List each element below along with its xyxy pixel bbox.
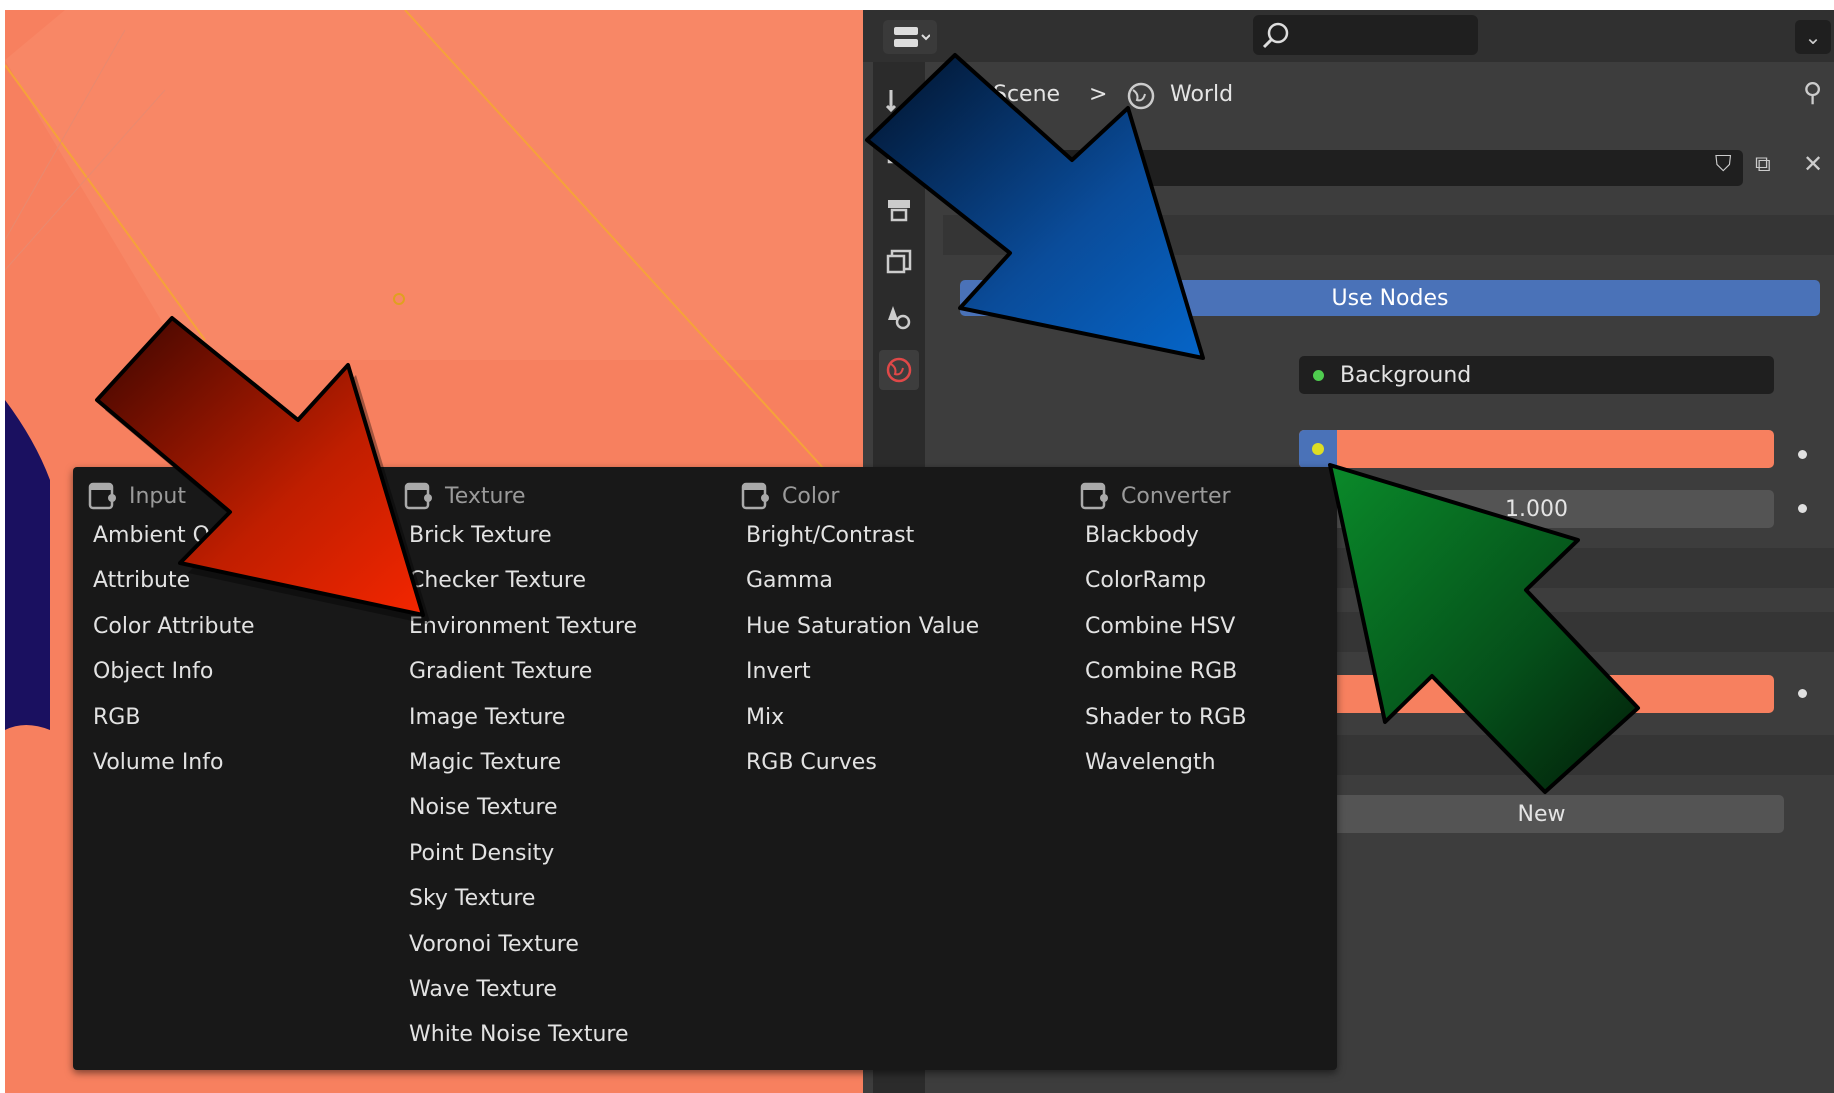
- node-category-icon: [404, 482, 432, 510]
- breadcrumb-world[interactable]: World: [1170, 82, 1233, 107]
- menu-item[interactable]: Combine RGB: [1085, 649, 1329, 694]
- menu-item[interactable]: Voronoi Texture: [409, 922, 723, 967]
- properties-header: ⌄: [863, 10, 1834, 62]
- menu-item[interactable]: Point Density: [409, 831, 723, 876]
- add-node-menu: Input Ambient Occlusion Attribute Color …: [73, 467, 1337, 1070]
- menu-item[interactable]: ColorRamp: [1085, 558, 1329, 603]
- menu-item[interactable]: Gamma: [746, 558, 1060, 603]
- use-nodes-button[interactable]: Use Nodes: [960, 280, 1820, 316]
- menu-item[interactable]: Wavelength: [1085, 740, 1329, 785]
- menu-item[interactable]: Object Info: [93, 649, 407, 694]
- menu-item[interactable]: Environment Texture: [409, 604, 723, 649]
- output-icon[interactable]: [879, 190, 919, 230]
- duplicate-icon[interactable]: ⧉: [1755, 152, 1771, 177]
- menu-item[interactable]: Attribute: [93, 558, 407, 603]
- viewport-color-swatch[interactable]: [1299, 675, 1774, 713]
- menu-item[interactable]: Noise Texture: [409, 785, 723, 830]
- dark-object: [5, 400, 50, 730]
- editor-type-icon[interactable]: [883, 20, 937, 54]
- menu-item[interactable]: White Noise Texture: [409, 1012, 723, 1057]
- node-category-icon: [1080, 482, 1108, 510]
- menu-item[interactable]: Volume Info: [93, 740, 407, 785]
- menu-item[interactable]: Brick Texture: [409, 513, 723, 558]
- scene-icon[interactable]: [879, 296, 919, 336]
- shader-socket-dot: [1313, 369, 1324, 381]
- menu-item[interactable]: Invert: [746, 649, 1060, 694]
- strength-field[interactable]: 1.000: [1299, 490, 1774, 528]
- pin-icon[interactable]: ⚲: [1803, 78, 1822, 108]
- view-layer-icon[interactable]: [879, 242, 919, 282]
- close-icon[interactable]: ✕: [1803, 150, 1823, 178]
- keyframe-dot[interactable]: [1798, 450, 1807, 459]
- column-title: Color: [740, 479, 1060, 513]
- world-icon: [1125, 80, 1157, 116]
- search-input[interactable]: [1253, 15, 1478, 55]
- menu-item[interactable]: RGB Curves: [746, 740, 1060, 785]
- menu-item[interactable]: RGB: [93, 695, 407, 740]
- options-dropdown[interactable]: ⌄: [1795, 20, 1831, 54]
- breadcrumb-scene[interactable]: Scene: [993, 82, 1060, 107]
- menu-item[interactable]: Sky Texture: [409, 876, 723, 921]
- world-tab-icon[interactable]: [879, 350, 919, 390]
- menu-column-texture: Texture Brick Texture Checker Texture En…: [403, 479, 723, 1058]
- keyframe-dot[interactable]: [1798, 504, 1807, 513]
- column-title: Input: [87, 479, 407, 513]
- menu-item[interactable]: Magic Texture: [409, 740, 723, 785]
- menu-column-converter: Converter Blackbody ColorRamp Combine HS…: [1079, 479, 1329, 785]
- menu-item[interactable]: Blackbody: [1085, 513, 1329, 558]
- node-category-icon: [741, 482, 769, 510]
- keyframe-dot[interactable]: [1798, 689, 1807, 698]
- menu-item[interactable]: Shader to RGB: [1085, 695, 1329, 740]
- node-category-icon: [88, 482, 116, 510]
- shield-icon[interactable]: ⛉: [1715, 152, 1732, 177]
- column-title: Texture: [403, 479, 723, 513]
- menu-item[interactable]: Wave Texture: [409, 967, 723, 1012]
- menu-item[interactable]: Gradient Texture: [409, 649, 723, 694]
- breadcrumb-separator: >: [1089, 82, 1108, 107]
- search-icon: [1262, 22, 1289, 49]
- menu-column-color: Color Bright/Contrast Gamma Hue Saturati…: [740, 479, 1060, 785]
- surface-panel-header[interactable]: [943, 215, 1834, 255]
- menu-column-input: Input Ambient Occlusion Attribute Color …: [87, 479, 407, 785]
- new-button[interactable]: New: [1299, 795, 1784, 833]
- color-swatch[interactable]: [1299, 430, 1774, 468]
- surface-shader-field[interactable]: Background: [1299, 356, 1774, 394]
- menu-item[interactable]: Ambient Occlusion: [93, 513, 407, 558]
- color-socket[interactable]: [1299, 430, 1337, 468]
- tool-icon[interactable]: [879, 80, 919, 120]
- menu-item[interactable]: Image Texture: [409, 695, 723, 740]
- color-socket-dot: [1312, 443, 1324, 455]
- render-icon[interactable]: [879, 132, 919, 172]
- column-title: Converter: [1079, 479, 1329, 513]
- menu-item[interactable]: Hue Saturation Value: [746, 604, 1060, 649]
- menu-item[interactable]: Combine HSV: [1085, 604, 1329, 649]
- menu-item[interactable]: Bright/Contrast: [746, 513, 1060, 558]
- menu-item[interactable]: Checker Texture: [409, 558, 723, 603]
- menu-item[interactable]: Mix: [746, 695, 1060, 740]
- menu-item[interactable]: Color Attribute: [93, 604, 407, 649]
- surface-value: Background: [1340, 362, 1472, 388]
- world-datablock-field[interactable]: [943, 150, 1743, 186]
